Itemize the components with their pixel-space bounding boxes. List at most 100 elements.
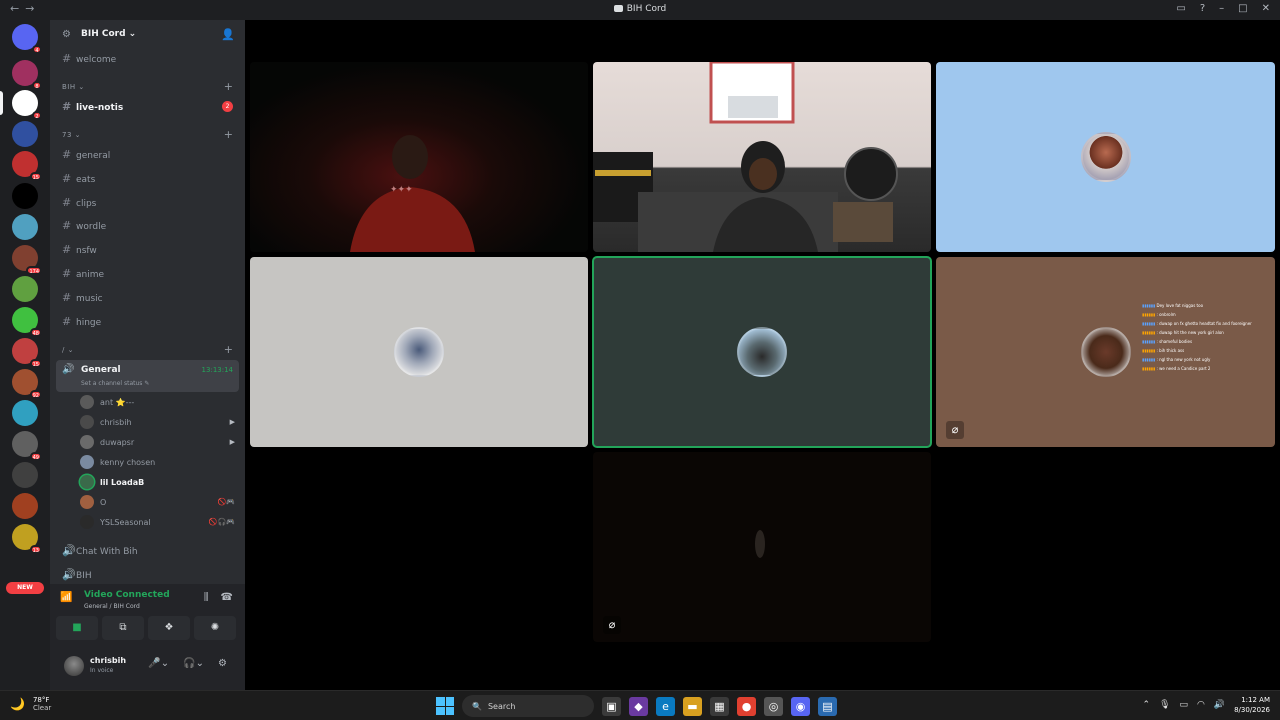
channel-anime[interactable]: # anime	[62, 267, 104, 280]
store-icon[interactable]: ▦	[710, 696, 729, 716]
channel-music[interactable]: # music	[62, 291, 103, 304]
discord-taskbar-icon[interactable]: ◉	[791, 696, 810, 716]
server-icon[interactable]	[12, 400, 38, 426]
clock[interactable]: 1:12 AM 8/30/2026	[1234, 695, 1270, 715]
server-icon[interactable]	[12, 183, 38, 209]
activities-button[interactable]: ❖	[148, 616, 190, 640]
start-button[interactable]	[436, 697, 454, 715]
chevron-up-icon[interactable]: ⌃	[1143, 700, 1151, 710]
hash-icon: #	[62, 267, 72, 280]
notepad-icon[interactable]: ▤	[818, 696, 837, 716]
weather-widget[interactable]: 🌙 78°F Clear	[10, 696, 51, 712]
avatar[interactable]	[64, 656, 84, 676]
copilot-icon[interactable]: ◆	[629, 696, 648, 716]
volume-icon[interactable]: 🔊	[1214, 700, 1225, 710]
close-button[interactable]: ✕	[1262, 3, 1270, 14]
server-icon[interactable]	[12, 462, 38, 488]
voice-member[interactable]: lil LoadaB	[80, 475, 235, 489]
minimize-button[interactable]: –	[1219, 3, 1224, 14]
voice-member[interactable]: ant ⭐---	[80, 395, 235, 409]
voice-member[interactable]: chrisbih ▶	[80, 415, 235, 429]
discord-home-icon[interactable]: 4	[12, 24, 42, 54]
category-bih[interactable]: BIH ⌄	[62, 83, 85, 91]
tile-bottom-dark[interactable]: ⌀	[593, 452, 931, 642]
maximize-button[interactable]: □	[1238, 3, 1247, 14]
tile-room-video[interactable]	[593, 62, 931, 252]
noise-suppression-icon[interactable]: ⫼	[204, 592, 209, 603]
server-icon[interactable]: 92	[12, 369, 42, 399]
voice-status[interactable]: Video Connected	[84, 590, 170, 600]
username[interactable]: chrisbih	[90, 656, 126, 665]
avatar	[1080, 327, 1131, 377]
server-icon[interactable]: 15	[12, 338, 42, 368]
new-badge[interactable]: NEW	[6, 582, 44, 594]
chat-line: ▮▮▮▮▮▮ : onbrolm	[1142, 312, 1176, 317]
server-icon[interactable]	[12, 214, 38, 240]
soundboard-button[interactable]: ✺	[194, 616, 236, 640]
server-name[interactable]: BIH Cord ⌄	[81, 29, 136, 39]
voice-channel-general[interactable]: 🔊 General 13:13:14 Set a channel status …	[56, 360, 239, 392]
category-slash[interactable]: / ⌄	[62, 346, 74, 354]
chat-line: ▮▮▮▮▮▮ : ngl tha new york not ugly	[1142, 357, 1211, 362]
server-icon[interactable]	[12, 121, 38, 147]
channel-general[interactable]: # general	[62, 148, 110, 161]
mic-icon[interactable]: 🎤⌄	[148, 658, 169, 669]
server-icon[interactable]	[12, 493, 38, 519]
tile-speaking-avatar[interactable]	[592, 256, 932, 448]
disconnect-icon[interactable]: ☎	[221, 592, 233, 603]
channel-nsfw[interactable]: # nsfw	[62, 243, 97, 256]
member-name: kenny chosen	[100, 457, 156, 467]
server-header[interactable]: ⚙ BIH Cord ⌄ 👤	[50, 20, 245, 50]
server-icon[interactable]: 8	[12, 60, 42, 90]
headphones-icon[interactable]: 🎧⌄	[183, 658, 204, 669]
voice-channel-bih[interactable]: 🔊BIH	[62, 568, 92, 581]
invite-icon[interactable]: 👤	[221, 28, 235, 41]
server-icon[interactable]: 15	[12, 151, 42, 181]
channel-hinge[interactable]: # hinge	[62, 315, 101, 328]
category-73[interactable]: 73 ⌄	[62, 131, 81, 139]
server-icon[interactable]: 2	[12, 90, 42, 120]
mic-tray-icon[interactable]: 🎙	[1159, 700, 1170, 710]
server-icon[interactable]: 49	[12, 431, 42, 461]
voice-member[interactable]: O 🚫🎮	[80, 495, 235, 509]
voice-channel-chat-with-bih[interactable]: 🔊Chat With Bih	[62, 544, 138, 557]
channel-eats[interactable]: # eats	[62, 172, 95, 185]
screen-share-button[interactable]: ⧉	[102, 616, 144, 640]
add-channel-icon[interactable]: +	[224, 343, 233, 356]
tile-brown-avatar[interactable]: ▮▮▮▮▮▮ Dey love fat niggas too ▮▮▮▮▮▮ : o…	[936, 257, 1275, 447]
channel-welcome[interactable]: # welcome	[62, 52, 116, 65]
tile-blue-avatar[interactable]	[936, 62, 1275, 252]
add-channel-icon[interactable]: +	[224, 80, 233, 93]
channel-clips[interactable]: # clips	[62, 196, 96, 209]
voice-member[interactable]: kenny chosen	[80, 455, 235, 469]
channel-status[interactable]: Set a channel status ✎	[81, 380, 149, 387]
chat-line: ▮▮▮▮▮▮ : duwap hit the new york girl alo…	[1142, 330, 1224, 335]
tile-dark-video[interactable]: ✦✦✦	[250, 62, 588, 252]
channel-wordle[interactable]: # wordle	[62, 219, 106, 232]
display-icon[interactable]: ▭	[1180, 700, 1189, 710]
task-view-icon[interactable]: ▣	[602, 696, 621, 716]
hash-icon: #	[62, 219, 72, 233]
wifi-icon[interactable]: ◠	[1197, 700, 1205, 710]
server-icon[interactable]: 48	[12, 307, 42, 337]
windows-taskbar: 🌙 78°F Clear 🔍 Search ▣ ◆ e ▬ ▦ ● ◎ ◉ ▤ ⌃…	[0, 690, 1280, 720]
settings-gear-icon[interactable]: ⚙	[218, 658, 227, 669]
channel-live-notis[interactable]: # live-notis	[62, 100, 123, 113]
search-box[interactable]: 🔍 Search	[462, 695, 594, 717]
file-explorer-icon[interactable]: ▬	[683, 696, 702, 716]
server-icon[interactable]: 174	[12, 245, 42, 275]
voice-member[interactable]: YSLSeasonal 🚫🎧🎮	[80, 515, 235, 529]
inbox-icon[interactable]: ▭	[1176, 3, 1185, 14]
add-channel-icon[interactable]: +	[224, 128, 233, 141]
app-icon[interactable]: ◎	[764, 696, 783, 716]
server-rail: 4 8 2 15 174 48 15 92 49 13 NEW	[0, 20, 50, 690]
server-icon[interactable]	[12, 276, 38, 302]
room-scene	[593, 62, 898, 252]
edge-icon[interactable]: e	[656, 696, 675, 716]
camera-button[interactable]: ■	[56, 616, 98, 640]
help-icon[interactable]: ?	[1200, 3, 1205, 14]
voice-member[interactable]: duwapsr ▶	[80, 435, 235, 449]
server-icon[interactable]: 13	[12, 524, 42, 554]
chrome-icon[interactable]: ●	[737, 696, 756, 716]
tile-grey-avatar[interactable]	[250, 257, 588, 447]
